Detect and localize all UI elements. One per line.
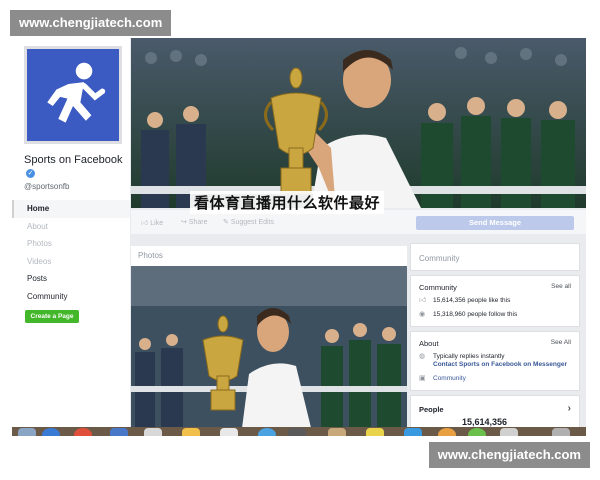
- trash-icon[interactable]: [552, 428, 570, 436]
- share-label: Share: [188, 219, 208, 226]
- overlay-caption: 看体育直播用什么软件最好: [190, 191, 385, 214]
- about-card: About See All ◍ Typically replies instan…: [410, 331, 580, 391]
- likes-row: 👍︎ 15,614,356 people like this: [411, 294, 579, 308]
- mail-icon[interactable]: [258, 428, 276, 436]
- create-page-button[interactable]: Create a Page: [25, 310, 79, 323]
- follows-row: ◉ 15,318,960 people follow this: [411, 308, 579, 322]
- suggest-edits-label: Suggest Edits: [230, 219, 275, 226]
- left-sidebar: Sports on Facebook ✓ @sportsonfb Home Abo…: [12, 38, 130, 436]
- contact-messenger-link[interactable]: Contact Sports on Facebook on Messenger: [433, 361, 567, 368]
- suggest-edits-button[interactable]: ✎ Suggest Edits: [223, 218, 274, 226]
- tennis-trophy-photo-small: [131, 266, 407, 436]
- preview-icon[interactable]: [500, 428, 518, 436]
- nav-item-about[interactable]: About: [12, 218, 130, 236]
- about-card-title: About: [419, 339, 439, 348]
- tennis-trophy-photo: [131, 38, 586, 208]
- people-card-title: People: [419, 405, 444, 414]
- likes-count-text: 15,614,356 people like this: [433, 297, 511, 304]
- mac-dock: [12, 427, 586, 436]
- chevron-right-icon: ›: [567, 403, 571, 414]
- share-button[interactable]: ↪ Share: [181, 218, 208, 226]
- photos-section-header[interactable]: Photos: [131, 246, 407, 266]
- finder-icon[interactable]: [18, 428, 36, 436]
- photos-app-icon[interactable]: [328, 428, 346, 436]
- safari-icon[interactable]: [42, 428, 60, 436]
- nav-item-videos[interactable]: Videos: [12, 253, 130, 271]
- right-column: Community Community See all 👍︎ 15,614,35…: [410, 243, 580, 436]
- like-label: Like: [150, 220, 164, 227]
- watermark-bottom: www.chengjiatech.com: [428, 442, 590, 468]
- cover-photo[interactable]: [131, 38, 586, 208]
- page-nav: Home About Photos Videos Posts Community: [12, 200, 130, 305]
- nav-item-photos[interactable]: Photos: [12, 235, 130, 253]
- page-handle: @sportsonfb: [24, 182, 70, 191]
- like-button[interactable]: 👍︎ Like: [141, 218, 163, 227]
- follow-rss-icon: ◉: [419, 311, 426, 318]
- notes-icon[interactable]: [182, 428, 200, 436]
- watermark-top: www.chengjiatech.com: [10, 10, 172, 36]
- about-see-all-link[interactable]: See All: [551, 339, 571, 346]
- messages-icon[interactable]: [404, 428, 422, 436]
- app-store-icon[interactable]: [110, 428, 128, 436]
- share-icon: ↪: [181, 219, 189, 226]
- calendar-icon[interactable]: [144, 428, 162, 436]
- people-count: 15,614,356: [462, 417, 508, 427]
- clock-icon[interactable]: [288, 428, 306, 436]
- facetime-icon[interactable]: [468, 428, 486, 436]
- music-icon[interactable]: [438, 428, 456, 436]
- follows-count-text: 15,318,960 people follow this: [433, 311, 518, 318]
- nav-item-posts[interactable]: Posts: [12, 270, 130, 288]
- verified-badge-icon: ✓: [26, 168, 35, 178]
- reply-time-text: Typically replies instantly: [433, 353, 505, 360]
- files-icon[interactable]: [366, 428, 384, 436]
- community-card-title: Community: [419, 283, 457, 292]
- category-row: ▣ Community: [411, 372, 579, 386]
- community-card: Community See all 👍︎ 15,614,356 people l…: [410, 275, 580, 327]
- thumbs-up-icon: 👍︎: [141, 220, 151, 227]
- chrome-icon[interactable]: [74, 428, 92, 436]
- community-card-header: Community See all: [411, 276, 579, 294]
- messenger-icon: ◍: [419, 353, 426, 360]
- reminders-icon[interactable]: [220, 428, 238, 436]
- send-message-button[interactable]: Send Message: [416, 216, 574, 230]
- category-link[interactable]: Community: [433, 375, 466, 382]
- reply-time-row: ◍ Typically replies instantly Contact Sp…: [411, 350, 579, 372]
- profile-picture[interactable]: [24, 46, 122, 144]
- nav-item-home[interactable]: Home: [12, 200, 130, 218]
- thumbs-up-icon: 👍︎: [419, 297, 427, 304]
- facebook-page-screen: Sports on Facebook ✓ @sportsonfb Home Abo…: [12, 38, 586, 436]
- community-header-card[interactable]: Community: [410, 243, 580, 271]
- about-card-header: About See All: [411, 332, 579, 350]
- post-photo[interactable]: [131, 266, 407, 436]
- page-name[interactable]: Sports on Facebook ✓: [24, 154, 124, 180]
- page-name-text: Sports on Facebook: [24, 154, 123, 166]
- pencil-icon: ✎: [223, 219, 231, 226]
- nav-item-community[interactable]: Community: [12, 288, 130, 306]
- community-see-all-link[interactable]: See all: [551, 283, 571, 290]
- running-person-icon: [27, 49, 119, 141]
- category-tag-icon: ▣: [419, 375, 426, 382]
